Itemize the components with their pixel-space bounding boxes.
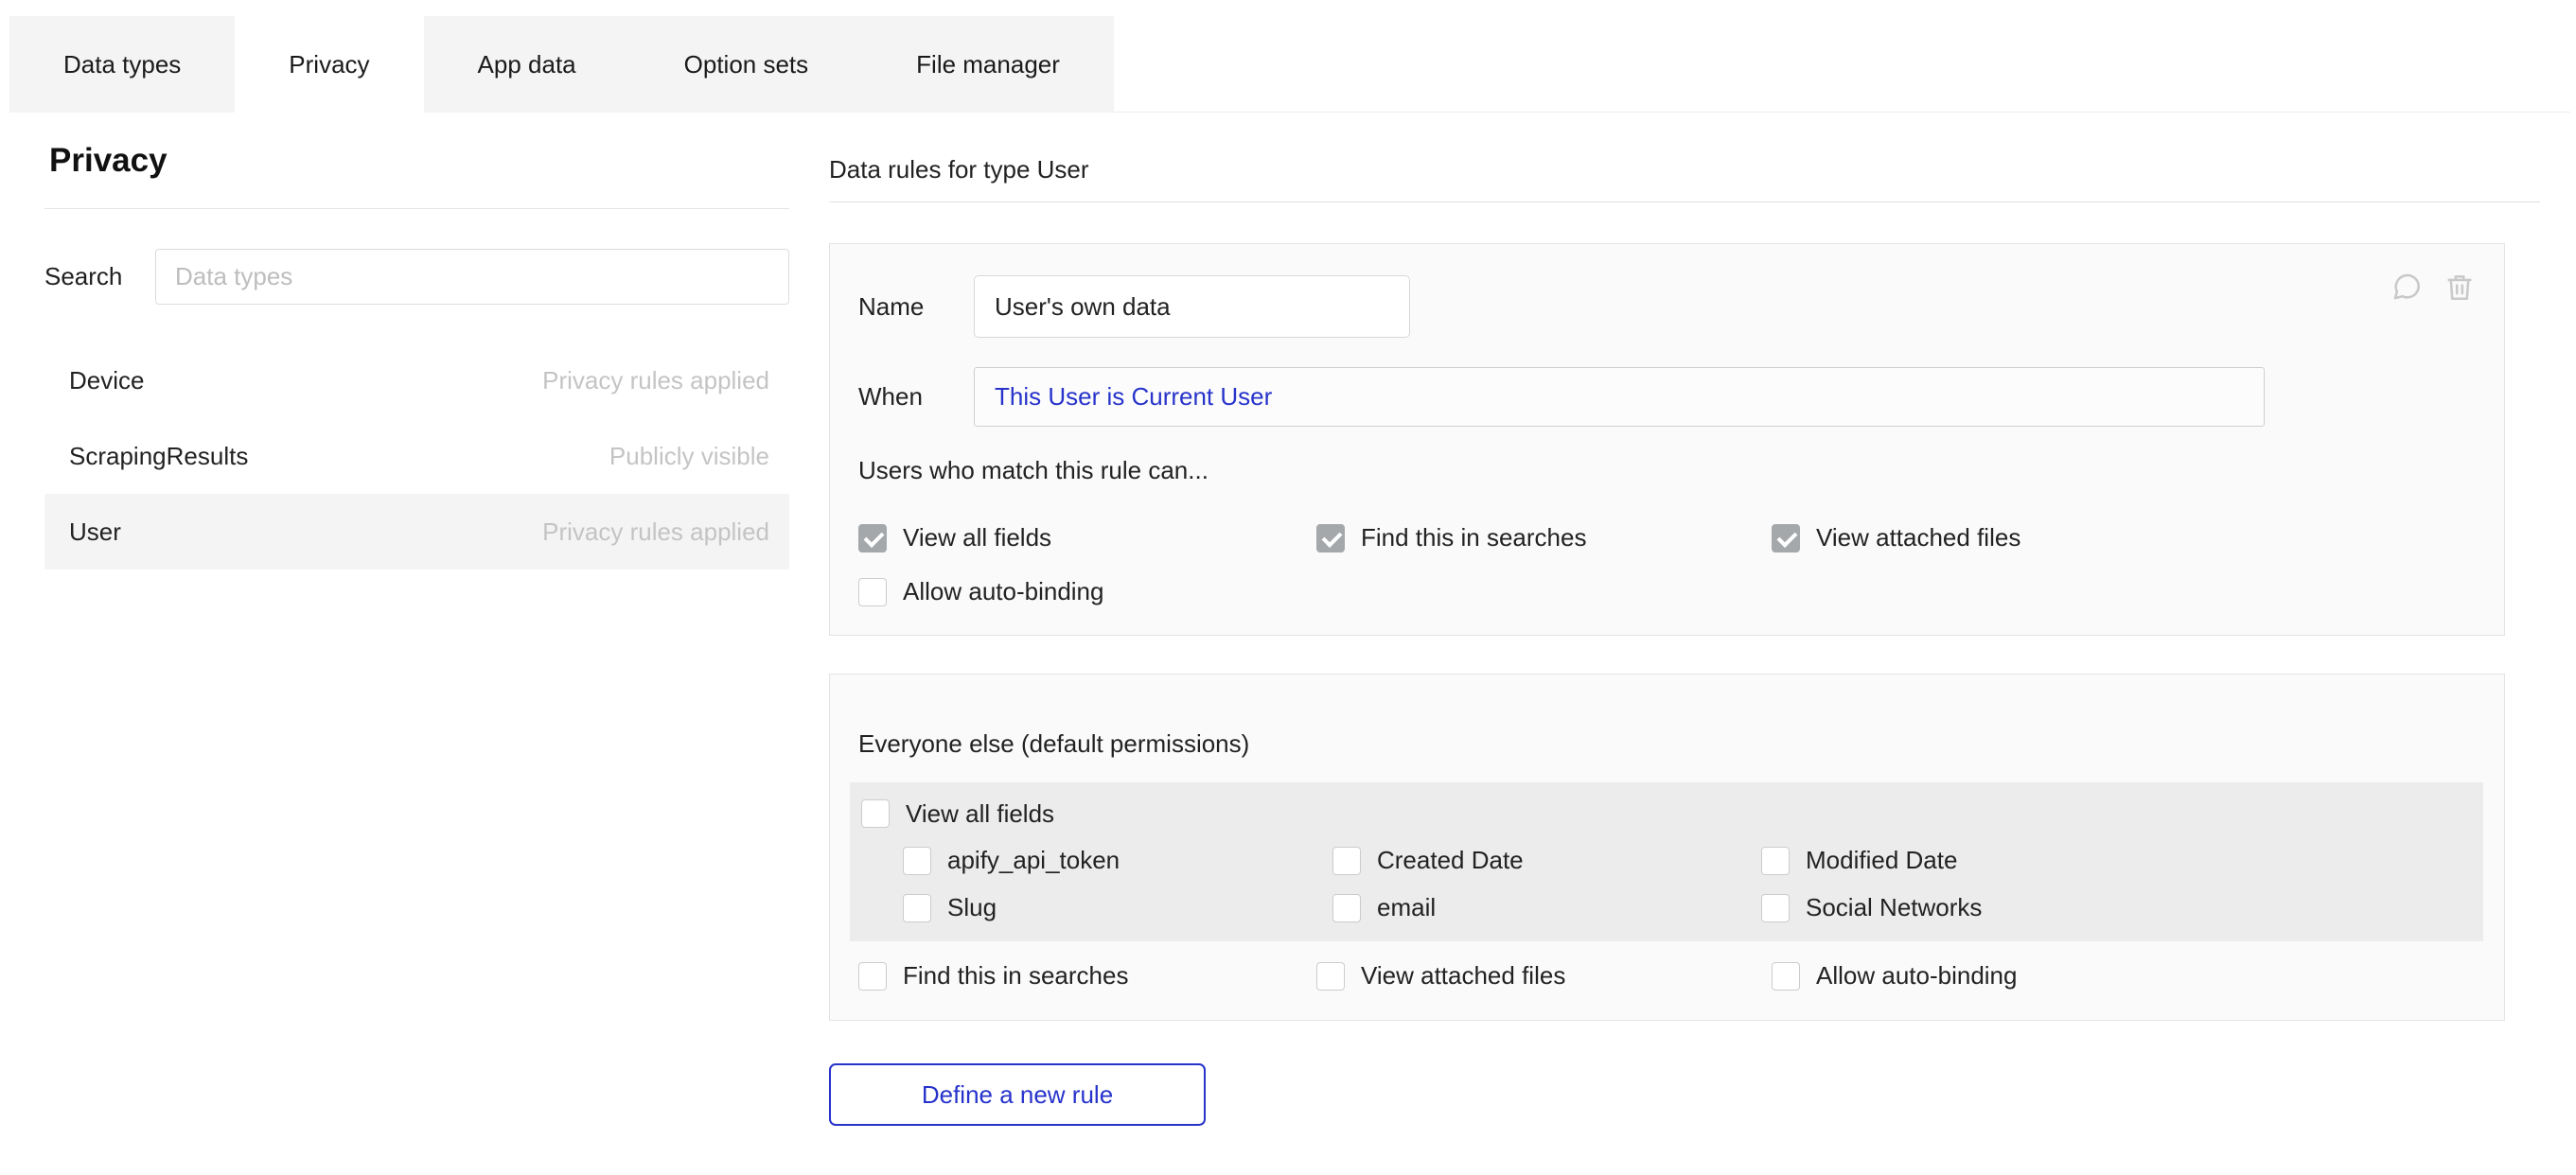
field-apify-api-token[interactable]: apify_api_token: [903, 846, 1332, 875]
rule-name-input[interactable]: [974, 275, 1410, 338]
checkbox-unchecked-icon[interactable]: [1761, 847, 1790, 875]
tab-privacy[interactable]: Privacy: [235, 16, 423, 113]
data-type-status: Privacy rules applied: [542, 366, 769, 395]
comment-icon[interactable]: [2391, 271, 2423, 303]
field-social-networks[interactable]: Social Networks: [1761, 893, 2463, 922]
search-label: Search: [44, 262, 155, 291]
field-modified-date[interactable]: Modified Date: [1761, 846, 2463, 875]
search-row: Search: [44, 249, 789, 305]
checkbox-unchecked-icon[interactable]: [858, 578, 887, 606]
perm-label: View all fields: [903, 523, 1051, 552]
perm-view-all-fields[interactable]: View all fields: [858, 523, 1316, 552]
data-type-status: Privacy rules applied: [542, 517, 769, 547]
define-new-rule-button[interactable]: Define a new rule: [829, 1063, 1206, 1126]
data-type-name: ScrapingResults: [69, 442, 248, 471]
tab-app-data[interactable]: App data: [424, 16, 630, 113]
default-permissions-title: Everyone else (default permissions): [858, 729, 2476, 759]
rule-when-row: When This User is Current User: [858, 367, 2476, 427]
field-created-date[interactable]: Created Date: [1332, 846, 1761, 875]
default-permissions-card: Everyone else (default permissions) View…: [829, 674, 2505, 1021]
perm-view-attached-files[interactable]: View attached files: [1772, 523, 2476, 552]
checkbox-checked-icon[interactable]: [1316, 524, 1345, 552]
perm-label: Find this in searches: [1361, 523, 1586, 552]
data-type-row-scrapingresults[interactable]: ScrapingResults Publicly visible: [44, 418, 789, 494]
rule-permissions: View all fields Find this in searches Vi…: [858, 523, 2476, 606]
perm-label: View all fields: [906, 799, 1054, 829]
checkbox-unchecked-icon[interactable]: [1332, 894, 1361, 922]
fields-panel: View all fields apify_api_token Created …: [850, 782, 2483, 941]
tab-bar: Data types Privacy App data Option sets …: [9, 16, 2576, 113]
field-email[interactable]: email: [1332, 893, 1761, 922]
field-label: Social Networks: [1806, 893, 1982, 922]
data-rules-header: Data rules for type User: [829, 155, 2540, 184]
data-type-status: Publicly visible: [609, 442, 769, 471]
perm-label: View attached files: [1816, 523, 2020, 552]
field-label: apify_api_token: [947, 846, 1120, 875]
privacy-rule-card: Name When This User is Current User User…: [829, 243, 2505, 636]
tab-data-types[interactable]: Data types: [9, 16, 235, 113]
perm-allow-auto-binding-default[interactable]: Allow auto-binding: [1772, 961, 2476, 991]
default-permissions: Find this in searches View attached file…: [858, 961, 2476, 991]
search-input[interactable]: [155, 249, 789, 305]
field-label: email: [1377, 893, 1436, 922]
perm-view-attached-files-default[interactable]: View attached files: [1316, 961, 1772, 991]
rule-match-text: Users who match this rule can...: [858, 456, 2476, 485]
perm-label: Allow auto-binding: [1816, 961, 2017, 991]
field-label: Modified Date: [1806, 846, 1957, 875]
checkbox-checked-icon[interactable]: [858, 524, 887, 552]
rule-card-actions: [2391, 271, 2476, 303]
when-condition-field[interactable]: This User is Current User: [974, 367, 2265, 427]
perm-label: Find this in searches: [903, 961, 1128, 991]
perm-allow-auto-binding[interactable]: Allow auto-binding: [858, 577, 1316, 606]
checkbox-unchecked-icon[interactable]: [861, 799, 890, 828]
perm-view-all-fields-default[interactable]: View all fields: [861, 799, 2463, 828]
checkbox-unchecked-icon[interactable]: [1316, 962, 1345, 991]
fields-grid: apify_api_token Created Date Modified Da…: [903, 846, 2463, 922]
tab-file-manager[interactable]: File manager: [862, 16, 1114, 113]
data-rules-panel: Data rules for type User Name When This …: [829, 142, 2540, 1126]
checkbox-unchecked-icon[interactable]: [1772, 962, 1800, 991]
data-type-list: Device Privacy rules applied ScrapingRes…: [44, 342, 789, 570]
perm-find-in-searches[interactable]: Find this in searches: [1316, 523, 1772, 552]
data-type-row-user[interactable]: User Privacy rules applied: [44, 494, 789, 570]
name-label: Name: [858, 292, 974, 322]
perm-find-in-searches-default[interactable]: Find this in searches: [858, 961, 1316, 991]
when-label: When: [858, 382, 974, 412]
checkbox-unchecked-icon[interactable]: [1761, 894, 1790, 922]
checkbox-unchecked-icon[interactable]: [858, 962, 887, 991]
data-type-name: User: [69, 517, 121, 547]
checkbox-unchecked-icon[interactable]: [903, 847, 931, 875]
checkbox-checked-icon[interactable]: [1772, 524, 1800, 552]
field-label: Slug: [947, 893, 997, 922]
privacy-sidebar: Privacy Search Device Privacy rules appl…: [44, 142, 789, 570]
checkbox-unchecked-icon[interactable]: [903, 894, 931, 922]
tab-option-sets[interactable]: Option sets: [630, 16, 863, 113]
sidebar-divider: [44, 208, 789, 209]
page-title: Privacy: [49, 142, 789, 180]
data-type-name: Device: [69, 366, 144, 395]
perm-label: Allow auto-binding: [903, 577, 1103, 606]
checkbox-unchecked-icon[interactable]: [1332, 847, 1361, 875]
rule-name-row: Name: [858, 275, 2476, 338]
data-type-row-device[interactable]: Device Privacy rules applied: [44, 342, 789, 418]
perm-label: View attached files: [1361, 961, 1565, 991]
trash-icon[interactable]: [2444, 271, 2476, 303]
field-slug[interactable]: Slug: [903, 893, 1332, 922]
field-label: Created Date: [1377, 846, 1524, 875]
